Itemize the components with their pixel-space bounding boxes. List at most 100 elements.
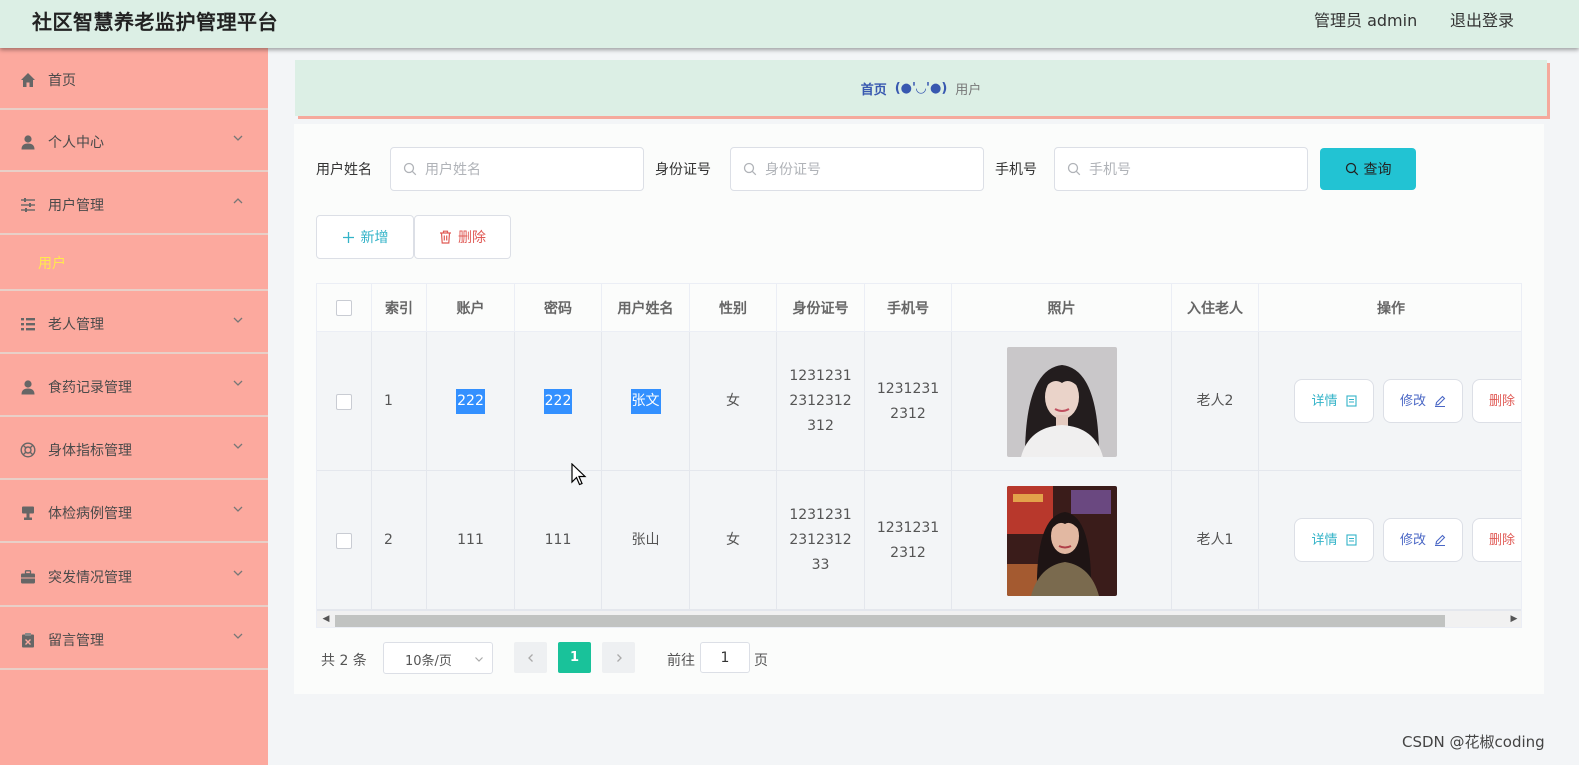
sidebar-item-home[interactable]: 首页	[0, 48, 268, 110]
sidebar-item-profile[interactable]: 个人中心	[0, 110, 268, 172]
page-size-value: 10条/页	[405, 654, 452, 669]
column-header[interactable]: 手机号	[865, 284, 952, 332]
column-header[interactable]: 用户姓名	[602, 284, 690, 332]
stamp-icon	[22, 506, 34, 520]
page-number-button[interactable]: 1	[558, 642, 591, 673]
lifebuoy-icon	[20, 442, 36, 458]
sidebar-item-meal-medicine[interactable]: 食药记录管理	[0, 355, 268, 417]
idcard-filter-input[interactable]	[765, 159, 965, 181]
table-row: 2 111 111 张山 女 1231231231231233 12312312…	[317, 471, 1521, 610]
sidebar-item-messages[interactable]: 留言管理	[0, 608, 268, 670]
edit-button[interactable]: 修改	[1383, 518, 1463, 562]
sidebar-item-label: 体检病例管理	[48, 506, 132, 522]
sidebar-subitem-users[interactable]: 用户	[0, 235, 268, 291]
breadcrumb-separator: (●'◡'●)	[894, 80, 948, 96]
row-delete-button[interactable]: 删除	[1472, 379, 1521, 423]
user-photo[interactable]	[1006, 485, 1117, 596]
username-filter-label: 用户姓名	[316, 162, 372, 178]
edit-button[interactable]: 修改	[1383, 379, 1463, 423]
idcard-value: 12312312312312312	[789, 368, 852, 434]
select-all-checkbox[interactable]	[336, 300, 352, 316]
goto-label: 前往	[667, 653, 695, 669]
elder-cell: 老人1	[1172, 471, 1259, 610]
sidebar-item-emergency[interactable]: 突发情况管理	[0, 545, 268, 607]
add-button-label: 新增	[360, 230, 389, 246]
chevron-down-icon	[233, 633, 243, 639]
sidebar-item-checkup-cases[interactable]: 体检病例管理	[0, 481, 268, 543]
sidebar-item-body-metrics[interactable]: 身体指标管理	[0, 418, 268, 480]
row-delete-button-label: 删除	[1489, 532, 1516, 548]
detail-button-label: 详情	[1311, 532, 1338, 548]
briefcase-icon	[21, 570, 35, 584]
idcard-filter-field[interactable]	[730, 147, 984, 191]
phone-filter-field[interactable]	[1054, 147, 1308, 191]
phone-value: 12312312312	[876, 380, 940, 422]
plus-icon	[342, 231, 354, 243]
sidebar-item-elder-management[interactable]: 老人管理	[0, 292, 268, 354]
search-button[interactable]: 查询	[1320, 148, 1416, 190]
top-header: 社区智慧养老监护管理平台 管理员 admin 退出登录	[0, 0, 1579, 48]
row-checkbox[interactable]	[336, 532, 352, 549]
sidebar-subitem-label: 用户	[38, 256, 66, 272]
breadcrumb-home-link[interactable]: 首页	[861, 79, 887, 98]
column-header[interactable]: 身份证号	[777, 284, 865, 332]
phone-filter-input[interactable]	[1089, 159, 1289, 181]
chevron-right-icon	[616, 653, 622, 662]
mouse-cursor-icon	[571, 463, 587, 486]
admin-user-label: 管理员 admin	[1314, 11, 1418, 30]
username-cell: 张文	[602, 332, 690, 471]
edit-button-label: 修改	[1399, 393, 1426, 409]
scrollbar-thumb[interactable]	[335, 615, 1445, 627]
page-size-select[interactable]: 10条/页	[383, 642, 493, 674]
breadcrumb: 首页 (●'◡'●) 用户	[295, 60, 1547, 116]
goto-page-input[interactable]	[700, 642, 750, 673]
column-header[interactable]: 索引	[372, 284, 427, 332]
index-cell: 1	[372, 332, 427, 471]
sliders-icon	[21, 198, 35, 212]
search-icon	[403, 162, 417, 176]
row-checkbox[interactable]	[336, 393, 352, 410]
phone-cell: 12312312312	[865, 332, 952, 471]
column-header[interactable]: 照片	[952, 284, 1172, 332]
users-table: 索引 账户 密码 用户姓名 性别 身份证号 手机号 照片 入住老人 操作 1 2…	[316, 283, 1522, 628]
username-filter-field[interactable]	[390, 147, 644, 191]
sidebar-item-label: 留言管理	[48, 633, 104, 649]
document-icon	[1345, 395, 1357, 407]
sidebar-item-label: 老人管理	[48, 317, 104, 333]
account-cell: 222	[427, 332, 515, 471]
username-value: 张文	[630, 389, 661, 414]
scroll-left-arrow-icon[interactable]: ◀	[321, 614, 331, 626]
column-header[interactable]: 性别	[690, 284, 777, 332]
detail-button-label: 详情	[1311, 393, 1338, 409]
column-header[interactable]: 账户	[427, 284, 515, 332]
prev-page-button[interactable]	[514, 642, 547, 673]
user-photo[interactable]	[1006, 346, 1117, 457]
chevron-up-icon	[233, 198, 243, 204]
elder-cell: 老人2	[1172, 332, 1259, 471]
row-actions-cell: 详情 修改 删除	[1259, 471, 1521, 610]
photo-cell	[952, 471, 1172, 610]
column-header[interactable]: 入住老人	[1172, 284, 1259, 332]
scroll-right-arrow-icon[interactable]: ▶	[1509, 614, 1519, 626]
row-delete-button[interactable]: 删除	[1472, 518, 1521, 562]
home-icon	[21, 73, 35, 87]
detail-button[interactable]: 详情	[1294, 518, 1374, 562]
logout-link[interactable]: 退出登录	[1450, 7, 1514, 31]
column-header[interactable]: 密码	[515, 284, 602, 332]
add-button[interactable]: 新增	[316, 215, 414, 259]
username-filter-input[interactable]	[425, 159, 625, 181]
chevron-left-icon	[527, 653, 533, 662]
next-page-button[interactable]	[602, 642, 635, 673]
password-cell: 222	[515, 332, 602, 471]
gender-cell: 女	[690, 471, 777, 610]
sidebar-item-user-management[interactable]: 用户管理	[0, 173, 268, 235]
table-horizontal-scrollbar[interactable]: ◀ ▶	[317, 610, 1521, 627]
sidebar-item-label: 食药记录管理	[48, 380, 132, 396]
password-value: 222	[543, 389, 573, 414]
detail-button[interactable]: 详情	[1294, 379, 1374, 423]
batch-delete-button[interactable]: 删除	[414, 215, 511, 259]
account-cell: 111	[427, 471, 515, 610]
search-icon	[1067, 162, 1081, 176]
header-select-all-cell	[317, 284, 372, 332]
breadcrumb-current: 用户	[955, 82, 982, 98]
